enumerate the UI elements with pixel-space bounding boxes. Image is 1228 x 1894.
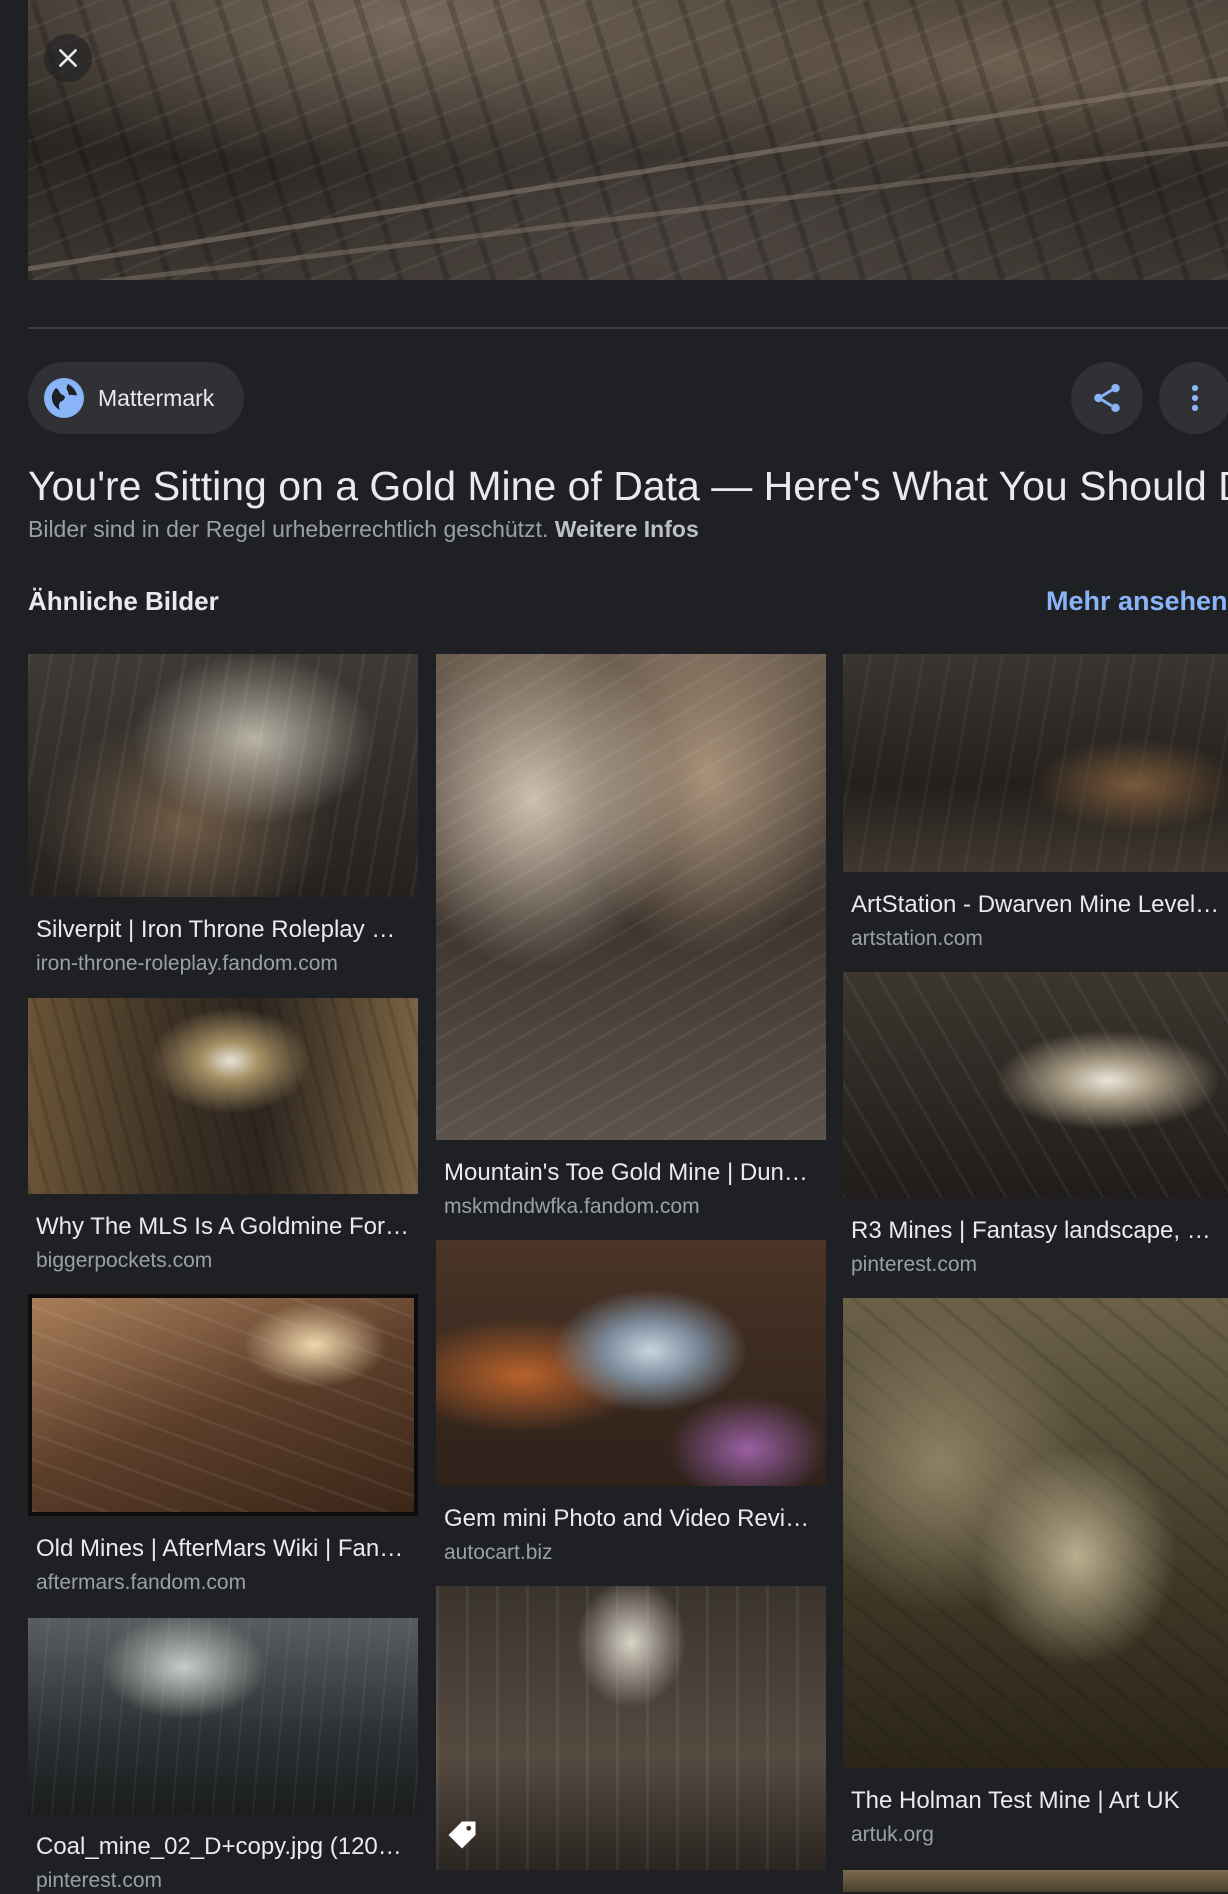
close-button[interactable] xyxy=(44,34,92,82)
similar-image-card[interactable]: Why The MLS Is A Goldmine For … biggerpo… xyxy=(28,998,418,1274)
similar-image-title: ArtStation - Dwarven Mine Level,… xyxy=(851,891,1225,918)
similar-image-card[interactable]: R3 Mines | Fantasy landscape, F… pintere… xyxy=(843,972,1228,1278)
similar-image-card[interactable]: ArtStation - Dwarven Mine Level,… artsta… xyxy=(843,654,1228,952)
similar-image-thumbnail xyxy=(843,1298,1228,1768)
source-name: Mattermark xyxy=(98,384,215,411)
similar-image-card[interactable] xyxy=(436,1586,826,1870)
hero-rail-detail xyxy=(28,124,1228,280)
more-info-link[interactable]: Weitere Infos xyxy=(555,516,699,542)
similar-image-thumbnail xyxy=(843,654,1228,872)
similar-image-thumbnail xyxy=(28,1294,418,1516)
similar-image-card[interactable]: Gem mini Photo and Video Revi… autocart.… xyxy=(436,1240,826,1566)
similar-image-domain: pinterest.com xyxy=(36,1869,163,1892)
main-preview-image[interactable] xyxy=(28,0,1228,280)
image-title: You're Sitting on a Gold Mine of Data — … xyxy=(28,463,1228,509)
similar-image-card[interactable]: Old Mines | AfterMars Wiki | Fan… afterm… xyxy=(28,1294,418,1596)
similar-image-thumbnail xyxy=(843,1870,1228,1892)
similar-image-title: Why The MLS Is A Goldmine For … xyxy=(36,1213,410,1240)
copyright-text: Bilder sind in der Regel urheberrechtlic… xyxy=(28,516,549,542)
source-chip[interactable]: Mattermark xyxy=(28,362,244,434)
more-vert-icon xyxy=(1191,384,1199,412)
similar-image-domain: biggerpockets.com xyxy=(36,1249,213,1272)
similar-image-title: R3 Mines | Fantasy landscape, F… xyxy=(851,1217,1225,1244)
close-icon xyxy=(59,49,77,67)
similar-image-thumbnail xyxy=(28,654,418,897)
similar-image-thumbnail xyxy=(436,1586,826,1870)
similar-image-thumbnail xyxy=(28,998,418,1194)
copyright-notice: Bilder sind in der Regel urheberrechtlic… xyxy=(28,514,699,544)
similar-image-title: Silverpit | Iron Throne Roleplay … xyxy=(36,916,396,943)
similar-image-domain: artuk.org xyxy=(851,1823,934,1846)
similar-image-card[interactable]: Mountain's Toe Gold Mine | Dun… mskmdndw… xyxy=(436,654,826,1220)
similar-image-card[interactable] xyxy=(843,1870,1228,1892)
similar-image-title: The Holman Test Mine | Art UK xyxy=(851,1787,1180,1814)
share-icon xyxy=(1094,383,1120,413)
similar-image-domain: aftermars.fandom.com xyxy=(36,1571,247,1594)
similar-image-title: Mountain's Toe Gold Mine | Dun… xyxy=(444,1159,808,1186)
see-more-link[interactable]: Mehr ansehen xyxy=(1046,584,1228,618)
similar-image-title: Coal_mine_02_D+copy.jpg (1200… xyxy=(36,1833,410,1860)
similar-image-card[interactable]: Silverpit | Iron Throne Roleplay … iron-… xyxy=(28,654,418,977)
similar-image-domain: mskmdndwfka.fandom.com xyxy=(444,1195,700,1218)
price-tag-icon xyxy=(444,1817,480,1858)
similar-image-domain: pinterest.com xyxy=(851,1253,978,1276)
share-button[interactable] xyxy=(1071,362,1143,434)
similar-image-title: Old Mines | AfterMars Wiki | Fan… xyxy=(36,1535,404,1562)
similar-image-thumbnail xyxy=(843,972,1228,1198)
similar-image-card[interactable]: The Holman Test Mine | Art UK artuk.org xyxy=(843,1298,1228,1848)
similar-image-thumbnail xyxy=(28,1618,418,1814)
divider xyxy=(28,327,1228,329)
similar-image-thumbnail xyxy=(436,654,826,1140)
similar-image-card[interactable]: Coal_mine_02_D+copy.jpg (1200… pinterest… xyxy=(28,1618,418,1894)
similar-image-title: Gem mini Photo and Video Revi… xyxy=(444,1505,810,1532)
more-options-button[interactable] xyxy=(1159,362,1228,434)
similar-image-domain: autocart.biz xyxy=(444,1541,553,1564)
similar-image-thumbnail xyxy=(436,1240,826,1486)
similar-images-heading: Ähnliche Bilder xyxy=(28,586,219,616)
similar-image-domain: artstation.com xyxy=(851,927,983,950)
globe-icon xyxy=(44,378,84,418)
similar-image-domain: iron-throne-roleplay.fandom.com xyxy=(36,952,338,975)
